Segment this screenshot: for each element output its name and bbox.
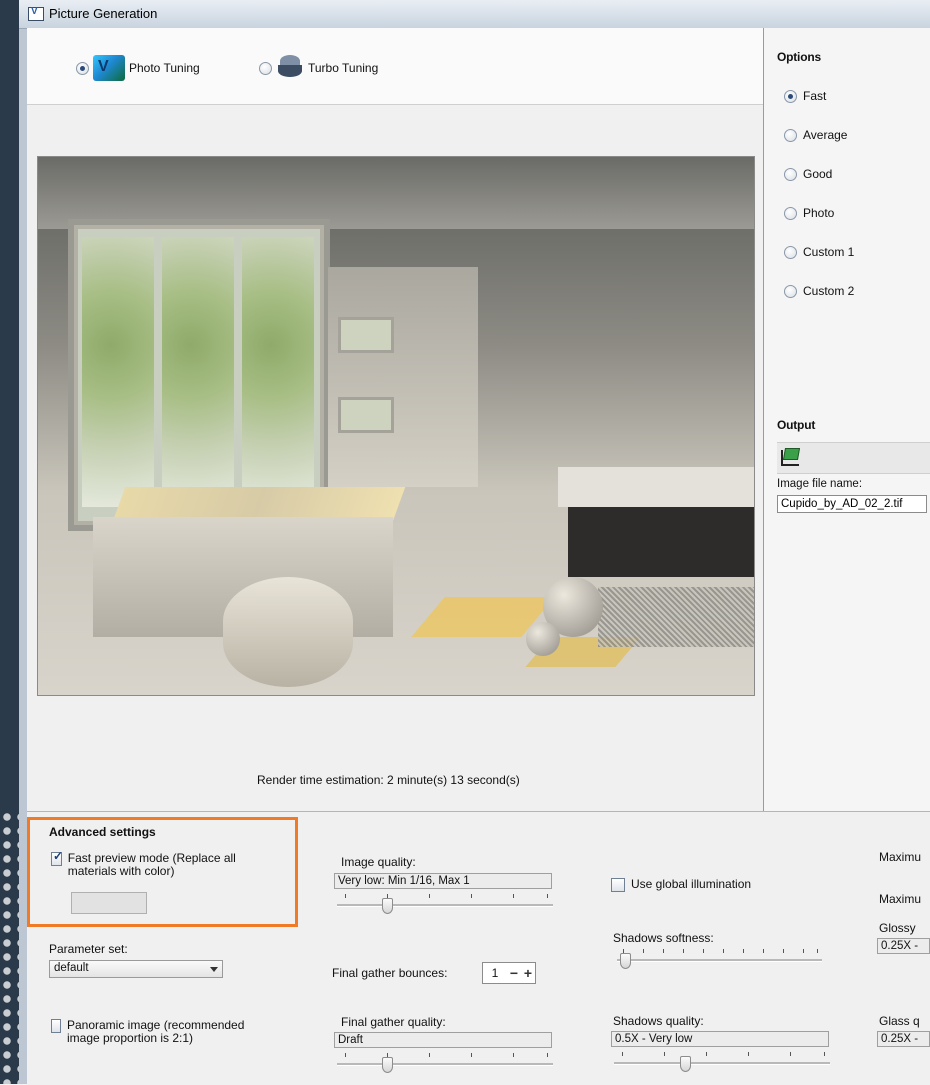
shadows-softness-thumb[interactable] <box>620 953 631 969</box>
options-heading: Options <box>777 50 821 64</box>
fast-preview-checkbox[interactable] <box>51 850 63 866</box>
option-average-radio[interactable] <box>784 128 797 142</box>
photo-tuning-label: Photo Tuning <box>129 61 200 75</box>
final-gather-quality-thumb[interactable] <box>382 1057 393 1073</box>
option-custom-1-radio[interactable] <box>784 245 797 259</box>
window-title: Picture Generation <box>49 6 158 21</box>
panoramic-label: Panoramic image (recommended image propo… <box>66 1018 245 1045</box>
panoramic-checkbox[interactable] <box>51 1019 61 1033</box>
final-gather-quality-slider[interactable] <box>337 1049 553 1075</box>
final-gather-quality-label: Final gather quality: <box>341 1015 446 1029</box>
glass-quality-label: Glass q <box>879 1014 920 1028</box>
turbo-tuning-radio[interactable] <box>259 61 272 75</box>
panoramic-option[interactable]: Panoramic image (recommended image propo… <box>51 1019 271 1045</box>
shadows-quality-label: Shadows quality: <box>613 1014 704 1028</box>
option-custom-1-label: Custom 1 <box>803 245 855 259</box>
image-quality-value: Very low: Min 1/16, Max 1 <box>334 873 552 889</box>
output-heading: Output <box>777 418 816 432</box>
fast-preview-label: Fast preview mode (Replace all materials… <box>67 851 236 878</box>
advanced-settings-heading: Advanced settings <box>49 825 156 839</box>
option-average-label: Average <box>803 128 848 142</box>
shadows-quality-value: 0.5X - Very low <box>611 1031 829 1047</box>
image-file-name-label: Image file name: <box>777 478 863 490</box>
option-custom-2-radio[interactable] <box>784 284 797 298</box>
final-gather-quality-value: Draft <box>334 1032 552 1048</box>
minus-icon[interactable]: − <box>507 964 521 982</box>
glossy-value: 0.25X - <box>877 938 930 954</box>
option-custom-1[interactable]: Custom 1 <box>784 245 854 259</box>
preview-color-swatch[interactable] <box>71 892 147 914</box>
render-time-estimate: Render time estimation: 2 minute(s) 13 s… <box>257 773 520 787</box>
output-toolbar <box>777 442 930 474</box>
image-quality-thumb[interactable] <box>382 898 393 914</box>
option-photo-label: Photo <box>803 206 835 220</box>
plus-icon[interactable]: + <box>521 964 535 982</box>
glass-quality-value: 0.25X - <box>877 1031 930 1047</box>
image-file-name-input[interactable] <box>777 495 927 513</box>
option-photo-radio[interactable] <box>784 206 797 220</box>
parameter-set-value: default <box>54 962 89 974</box>
option-good-radio[interactable] <box>784 167 797 181</box>
glossy-label: Glossy <box>879 921 916 935</box>
output-folder-icon[interactable] <box>781 448 799 466</box>
window-titlebar[interactable]: Picture Generation <box>19 0 930 29</box>
options-panel: Options Fast Average Good Photo Custom 1… <box>763 28 930 811</box>
maximum-label-2: Maximu <box>879 892 922 906</box>
fast-preview-option[interactable]: Fast preview mode (Replace all materials… <box>51 850 271 878</box>
maximum-label-1: Maximu <box>879 850 922 864</box>
option-good[interactable]: Good <box>784 167 832 181</box>
option-average[interactable]: Average <box>784 128 847 142</box>
use-gi-label: Use global illumination <box>631 877 752 891</box>
chevron-down-icon <box>210 967 218 972</box>
shadows-softness-slider[interactable] <box>617 945 822 971</box>
option-fast[interactable]: Fast <box>784 89 826 103</box>
turbo-tuning-label: Turbo Tuning <box>308 61 379 75</box>
option-custom-2[interactable]: Custom 2 <box>784 284 854 298</box>
vray-photo-icon <box>93 55 125 81</box>
option-fast-label: Fast <box>803 89 827 103</box>
preview-pane: Photo Tuning Turbo Tuning <box>27 28 763 811</box>
teapot-icon <box>276 55 304 81</box>
dialog-client: Photo Tuning Turbo Tuning <box>27 28 930 1085</box>
render-preview-image <box>37 156 755 696</box>
app-icon <box>28 6 44 21</box>
parameter-set-label: Parameter set: <box>49 942 128 956</box>
image-quality-label: Image quality: <box>341 855 416 869</box>
shadows-quality-thumb[interactable] <box>680 1056 691 1072</box>
parameter-set-select[interactable]: default <box>49 960 223 978</box>
image-quality-slider[interactable] <box>337 890 553 916</box>
option-good-label: Good <box>803 167 833 181</box>
turbo-tuning-option[interactable]: Turbo Tuning <box>259 55 378 81</box>
use-gi-option[interactable]: Use global illumination <box>611 878 751 892</box>
final-gather-bounces-label: Final gather bounces: <box>332 966 448 980</box>
final-gather-bounces-value[interactable]: 1 <box>483 966 507 980</box>
option-fast-radio[interactable] <box>784 89 797 103</box>
photo-tuning-radio[interactable] <box>76 61 89 75</box>
option-photo[interactable]: Photo <box>784 206 834 220</box>
tuning-mode-bar: Photo Tuning Turbo Tuning <box>27 28 763 105</box>
photo-tuning-option[interactable]: Photo Tuning <box>76 55 200 81</box>
advanced-settings-panel: Advanced settings Fast preview mode (Rep… <box>27 811 930 1085</box>
shadows-quality-slider[interactable] <box>614 1048 830 1074</box>
final-gather-bounces-stepper[interactable]: 1 − + <box>482 962 536 984</box>
option-custom-2-label: Custom 2 <box>803 284 855 298</box>
shadows-softness-label: Shadows softness: <box>613 931 714 945</box>
use-gi-checkbox[interactable] <box>611 878 625 892</box>
